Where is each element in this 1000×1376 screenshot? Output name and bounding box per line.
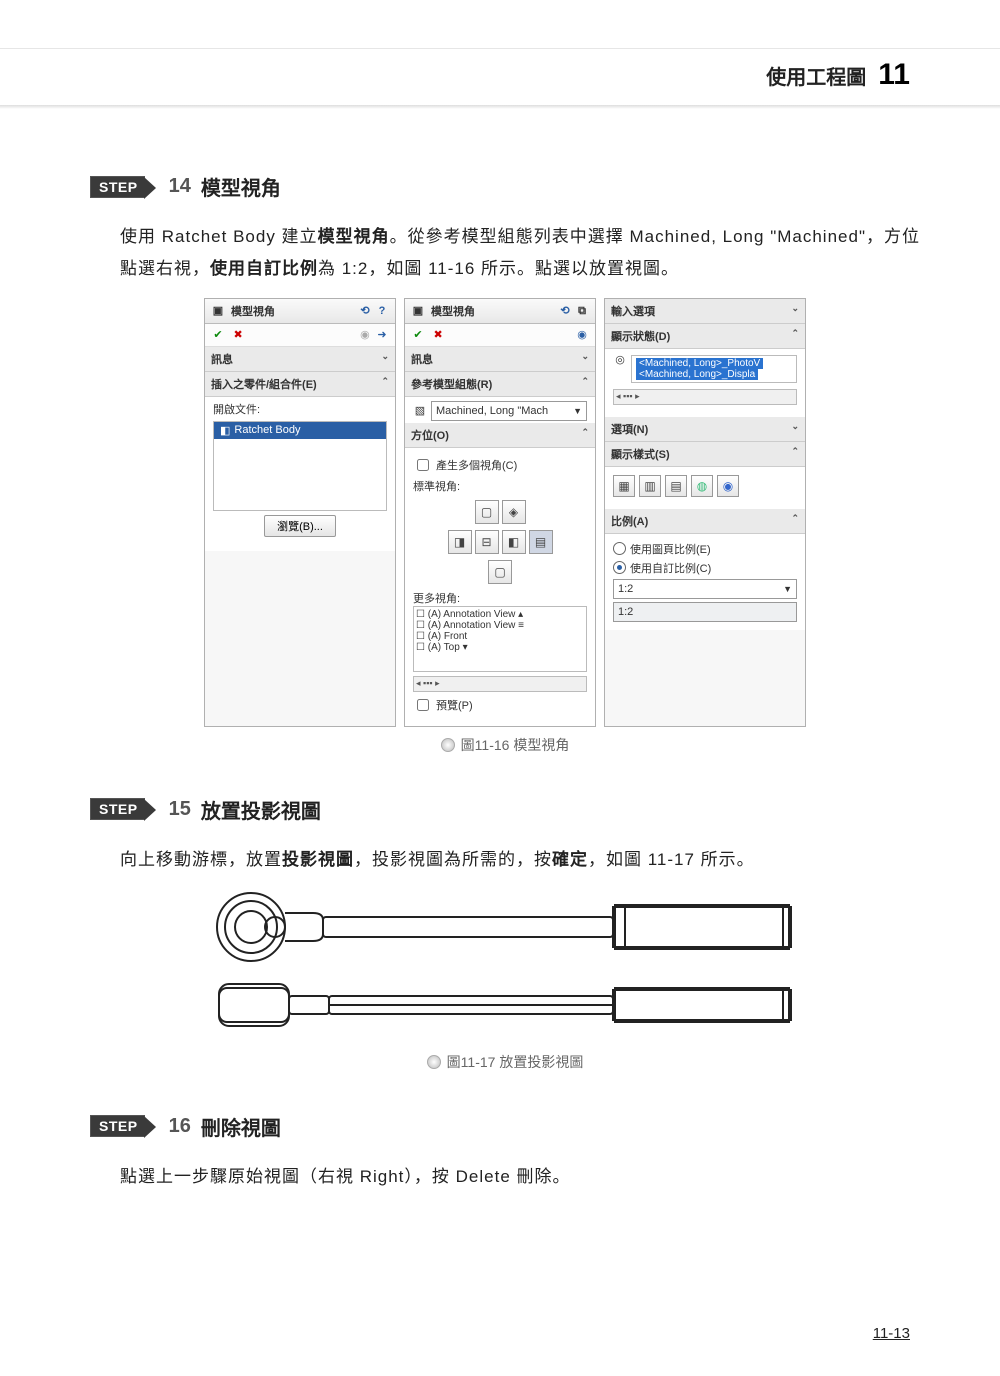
more-views-label: 更多視角:: [413, 590, 587, 606]
panel-header: ▣ 模型視角 ⟲ ?: [205, 299, 395, 324]
panel-title: 模型視角: [431, 303, 475, 319]
view-right-icon[interactable]: ◧: [502, 530, 526, 554]
ok-icon[interactable]: ✔: [211, 328, 225, 342]
model-view-icon: ▣: [211, 304, 225, 318]
panel-model-view-mid: ▣ 模型視角 ⟲ ⧉ ✔ ✖ ◉ 訊息⌄: [404, 298, 596, 727]
ratchet-side-view: [195, 966, 815, 1044]
figure-11-17: [195, 888, 815, 1044]
view-top-icon[interactable]: ⊟: [475, 530, 499, 554]
step-badge: STEP: [90, 176, 145, 198]
ratchet-top-view: [195, 888, 815, 966]
view-bottom-icon[interactable]: ▢: [488, 560, 512, 584]
step-number: 14: [169, 175, 191, 198]
std-view-label: 標準視角:: [413, 478, 587, 494]
chapter-number: 11: [878, 58, 910, 92]
step-badge: STEP: [90, 1115, 145, 1137]
ok-icon[interactable]: ✔: [411, 328, 425, 342]
caption-bullet-icon: [441, 738, 455, 752]
panel-header: ▣ 模型視角 ⟲ ⧉: [405, 299, 595, 324]
header-text: 使用工程圖: [766, 61, 866, 90]
back-icon[interactable]: ◉: [575, 328, 589, 342]
std-view-buttons: ▢ ◈: [413, 500, 587, 524]
open-doc-label: 開啟文件:: [213, 401, 387, 417]
h-scrollbar[interactable]: ◂ ▪▪▪ ▸: [413, 676, 587, 692]
model-view-icon: ▣: [411, 304, 425, 318]
view-iso-icon[interactable]: ◈: [502, 500, 526, 524]
panel-model-view-right: 輸入選項⌄ 顯示狀態(D)⌃ ◎ <Machined, Long>_PhotoV…: [604, 298, 806, 727]
display-state-list[interactable]: <Machined, Long>_PhotoV <Machined, Long>…: [631, 355, 797, 383]
preview-checkbox[interactable]: 預覽(P): [413, 696, 587, 714]
import-options-section[interactable]: 輸入選項⌄: [605, 299, 805, 324]
step-14-heading: STEP 14 模型視角: [90, 172, 281, 201]
help-icon[interactable]: ?: [375, 304, 389, 318]
crop-icon[interactable]: ⧉: [575, 304, 589, 318]
h-scrollbar[interactable]: ◂ ▪▪▪ ▸: [613, 389, 797, 405]
info-section[interactable]: 訊息⌄: [405, 347, 595, 372]
view-left-icon[interactable]: ◨: [448, 530, 472, 554]
step-16-heading: STEP 16 刪除視圖: [90, 1112, 281, 1141]
step-title: 刪除視圖: [201, 1112, 281, 1141]
step-15-paragraph: 向上移動游標，放置投影視圖，投影視圖為所需的，按確定，如圖 11-17 所示。: [120, 844, 920, 876]
part-icon: ◧: [220, 424, 230, 437]
header-title: 使用工程圖 11: [766, 58, 910, 92]
config-combo[interactable]: Machined, Long "Mach▼: [431, 401, 587, 421]
figure-11-17-caption: 圖11-17 放置投影視圖: [90, 1052, 920, 1072]
step-15-heading: STEP 15 放置投影視圖: [90, 795, 321, 824]
display-state-section[interactable]: 顯示狀態(D)⌃: [605, 324, 805, 349]
display-state-icon: ◎: [613, 353, 627, 367]
browse-button[interactable]: 瀏覽(B)...: [264, 515, 336, 537]
cancel-icon[interactable]: ✖: [231, 328, 245, 342]
cancel-icon[interactable]: ✖: [431, 328, 445, 342]
style-hidden-icon[interactable]: ▥: [639, 475, 661, 497]
step-title: 放置投影視圖: [201, 795, 321, 824]
open-docs-list[interactable]: ◧ Ratchet Body: [213, 421, 387, 511]
figure-11-16: ▣ 模型視角 ⟲ ? ✔ ✖ ◉ ➜: [90, 298, 920, 727]
display-style-section[interactable]: 顯示樣式(S)⌃: [605, 442, 805, 467]
pin-icon[interactable]: ⟲: [358, 303, 372, 317]
step-badge: STEP: [90, 798, 145, 820]
step-number: 16: [169, 1115, 191, 1138]
step-title: 模型視角: [201, 172, 281, 201]
view-front-icon[interactable]: ▢: [475, 500, 499, 524]
config-icon: ▧: [413, 404, 427, 418]
scale-combo[interactable]: 1:2▼: [613, 579, 797, 599]
options-section[interactable]: 選項(N)⌄: [605, 417, 805, 442]
insert-part-section[interactable]: 插入之零件/組合件(E)⌃: [205, 372, 395, 397]
step-14-paragraph: 使用 Ratchet Body 建立模型視角。從參考模型組態列表中選擇 Mach…: [120, 221, 920, 286]
step-number: 15: [169, 798, 191, 821]
page-number: 11-13: [873, 1325, 910, 1342]
prev-icon[interactable]: ◉: [358, 328, 372, 342]
scale-section[interactable]: 比例(A)⌃: [605, 509, 805, 534]
orientation-section[interactable]: 方位(O)⌃: [405, 423, 595, 448]
use-page-scale-radio[interactable]: 使用圖頁比例(E): [613, 541, 797, 557]
figure-11-16-caption: 圖11-16 模型視角: [90, 735, 920, 755]
view-back-icon[interactable]: ▤: [529, 530, 553, 554]
scale-dropdown[interactable]: 1:2: [613, 602, 797, 622]
step-16-paragraph: 點選上一步驟原始視圖（右視 Right），按 Delete 刪除。: [120, 1161, 920, 1193]
next-icon[interactable]: ➜: [375, 328, 389, 342]
style-shaded-icon[interactable]: ◉: [717, 475, 739, 497]
style-hlr-icon[interactable]: ▤: [665, 475, 687, 497]
ref-config-section[interactable]: 參考模型組態(R)⌃: [405, 372, 595, 397]
caption-bullet-icon: [427, 1055, 441, 1069]
pin-icon[interactable]: ⟲: [558, 303, 572, 317]
info-section[interactable]: 訊息⌄: [205, 347, 395, 372]
list-item-selected[interactable]: ◧ Ratchet Body: [214, 422, 386, 439]
panel-title: 模型視角: [231, 303, 275, 319]
panel-model-view-left: ▣ 模型視角 ⟲ ? ✔ ✖ ◉ ➜: [204, 298, 396, 727]
style-shaded-edges-icon[interactable]: ◍: [691, 475, 713, 497]
more-views-list[interactable]: ☐ (A) Annotation View ▴ ☐ (A) Annotation…: [413, 606, 587, 672]
use-custom-scale-radio[interactable]: 使用自訂比例(C): [613, 560, 797, 576]
display-style-buttons: ▦ ▥ ▤ ◍ ◉: [613, 475, 797, 497]
style-wire-icon[interactable]: ▦: [613, 475, 635, 497]
multi-view-checkbox[interactable]: 產生多個視角(C): [413, 456, 587, 474]
